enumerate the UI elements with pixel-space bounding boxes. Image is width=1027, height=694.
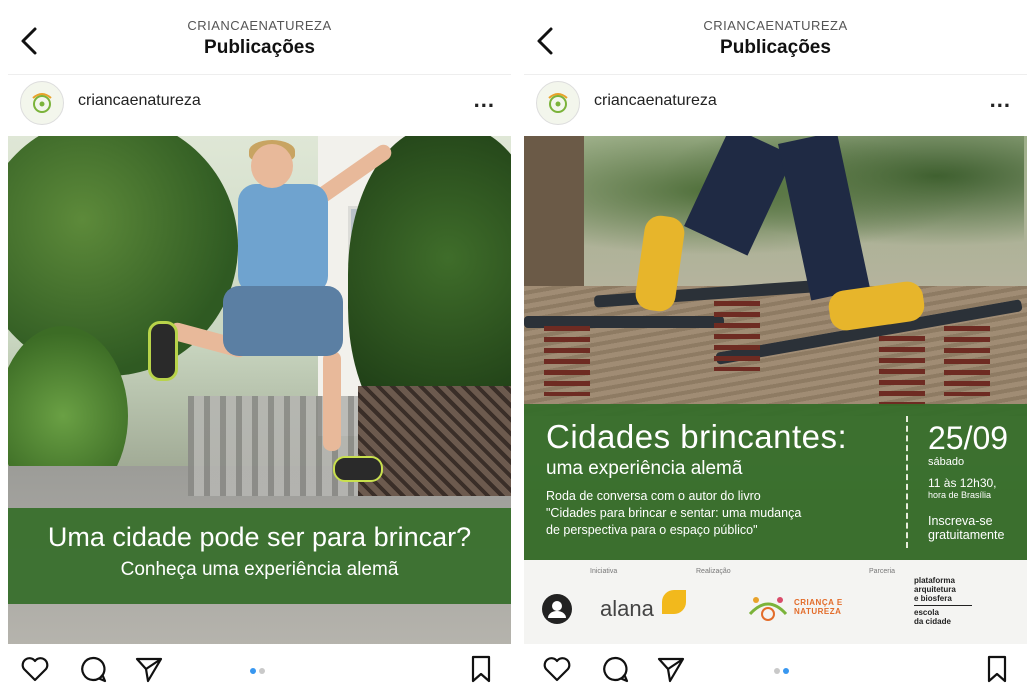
- carousel-dot-1: [250, 668, 256, 674]
- leaf-logo-icon: [548, 93, 568, 113]
- label-iniciativa: Iniciativa: [590, 568, 618, 575]
- partner-text: arquitetura: [914, 585, 956, 594]
- bookmark-icon[interactable]: [982, 654, 1012, 684]
- event-cta: Inscreva-se gratuitamente: [928, 514, 1023, 542]
- post-header: criancaenatureza ...: [8, 74, 511, 130]
- more-horizontal-icon[interactable]: ...: [474, 87, 495, 113]
- dashed-divider: [906, 416, 908, 548]
- sponsor-logos: Iniciativa Realização Parceria alana CRI…: [524, 560, 1027, 644]
- event-banner: Cidades brincantes: uma experiência alem…: [524, 404, 1027, 560]
- event-date: 25/09: [928, 420, 1009, 456]
- event-description: Roda de conversa com o autor do livro "C…: [546, 488, 906, 539]
- post-actions: [8, 652, 511, 688]
- event-cta-line: gratuitamente: [928, 528, 1005, 542]
- post-header: criancaenatureza ...: [524, 74, 1027, 130]
- label-parceria: Parceria: [869, 568, 896, 575]
- alana-logo-text: alana: [600, 596, 654, 621]
- alana-butterfly-icon: [662, 590, 686, 614]
- bookmark-icon[interactable]: [466, 654, 496, 684]
- avatar[interactable]: [20, 81, 64, 125]
- post-panel-right: CRIANCAENATUREZA Publicações criancaenat…: [524, 0, 1027, 694]
- divider: [914, 605, 972, 606]
- crianca-natureza-logo-icon: [744, 590, 792, 626]
- partner-text: da cidade: [914, 617, 951, 626]
- banner-subline: Conheça uma experiência alemã: [120, 559, 399, 580]
- banner-headline: Uma cidade pode ser para brincar?: [47, 522, 472, 552]
- post-banner: Uma cidade pode ser para brincar? Conheç…: [8, 508, 511, 604]
- header-bar: CRIANCAENATUREZA Publicações: [524, 0, 1027, 72]
- event-weekday: sábado: [928, 456, 965, 468]
- event-time: 11 às 12h30,: [928, 476, 997, 490]
- crianca-natureza-line: NATUREZA: [794, 607, 842, 616]
- post-image[interactable]: Cidades brincantes: uma experiência alem…: [524, 136, 1027, 644]
- heart-icon[interactable]: [20, 654, 50, 684]
- partner-text: escola: [914, 608, 939, 617]
- event-timezone: hora de Brasília: [928, 490, 992, 500]
- post-image[interactable]: Uma cidade pode ser para brincar? Conheç…: [8, 136, 511, 644]
- account-name-caps: CRIANCAENATUREZA: [187, 18, 332, 33]
- event-title: Cidades brincantes:: [546, 418, 848, 455]
- carousel-dots: [250, 668, 265, 674]
- send-icon[interactable]: [134, 654, 164, 684]
- event-description-line: "Cidades para brincar e sentar: uma muda…: [546, 506, 802, 520]
- partner-text: e biosfera: [914, 594, 952, 603]
- crianca-natureza-logo-text: CRIANÇA E NATUREZA: [794, 598, 843, 616]
- page-title: Publicações: [204, 37, 315, 58]
- event-description-line: Roda de conversa com o autor do livro: [546, 489, 761, 503]
- post-panel-left: CRIANCAENATUREZA Publicações criancaenat…: [8, 0, 511, 694]
- comment-icon[interactable]: [78, 654, 108, 684]
- leaf-logo-icon: [32, 93, 52, 113]
- event-subtitle: uma experiência alemã: [546, 458, 743, 479]
- post-username[interactable]: criancaenatureza: [78, 92, 201, 110]
- event-description-line: de perspectiva para o espaço público": [546, 523, 758, 537]
- event-cta-line: Inscreva-se: [928, 514, 993, 528]
- post-username[interactable]: criancaenatureza: [594, 92, 717, 110]
- carousel-dot-2: [783, 668, 789, 674]
- more-horizontal-icon[interactable]: ...: [990, 87, 1011, 113]
- header-bar: CRIANCAENATUREZA Publicações: [8, 0, 511, 72]
- comment-icon[interactable]: [600, 654, 630, 684]
- avatar[interactable]: [536, 81, 580, 125]
- page-title: Publicações: [720, 37, 831, 58]
- crianca-natureza-line: CRIANÇA E: [794, 598, 843, 607]
- carousel-dot-2: [259, 668, 265, 674]
- user-profile-icon[interactable]: [542, 594, 572, 624]
- heart-icon[interactable]: [542, 654, 572, 684]
- post-actions: [524, 652, 1027, 688]
- send-icon[interactable]: [656, 654, 686, 684]
- label-realizacao: Realização: [696, 568, 731, 575]
- carousel-dot-1: [774, 668, 780, 674]
- partner-text: plataforma: [914, 576, 955, 585]
- partner-logos: plataforma arquitetura e biosfera escola…: [914, 576, 984, 626]
- account-name-caps: CRIANCAENATUREZA: [703, 18, 848, 33]
- carousel-dots: [774, 668, 789, 674]
